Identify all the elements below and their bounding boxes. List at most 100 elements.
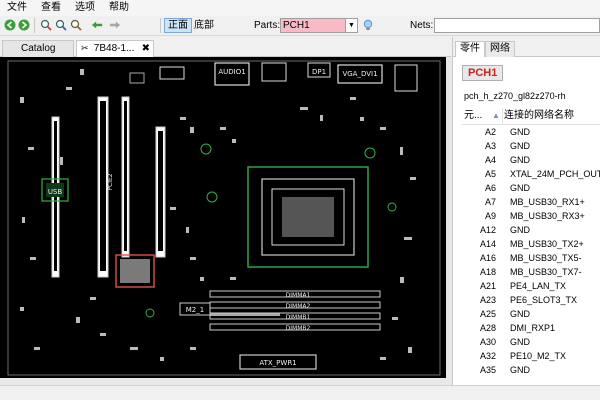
table-row[interactable]: A32 PE10_M2_TX bbox=[462, 349, 600, 363]
table-row[interactable]: A25 GND bbox=[462, 307, 600, 321]
net-cell: PE10_M2_TX bbox=[510, 351, 567, 361]
table-row[interactable]: A9 MB_USB30_RX3+ bbox=[462, 209, 600, 223]
board-label-pcie: PCIE2 bbox=[107, 173, 114, 190]
net-cell: PE4_LAN_TX bbox=[510, 281, 567, 291]
menu-options[interactable]: 选项 bbox=[68, 0, 102, 16]
menu-bar: 文件 查看 选项 帮助 bbox=[0, 0, 600, 16]
net-cell: MB_USB30_TX5- bbox=[510, 253, 582, 263]
selected-part-badge: PCH1 bbox=[462, 65, 504, 81]
table-row[interactable]: A18 MB_USB30_TX7- bbox=[462, 265, 600, 279]
pin-cell: A21 bbox=[479, 281, 496, 291]
net-cell: XTAL_24M_PCH_OUT bbox=[510, 169, 600, 179]
next-icon[interactable] bbox=[109, 19, 121, 31]
part-description: pch_h_z270_gl82z270-rh bbox=[464, 91, 566, 101]
pin-cell: A23 bbox=[479, 295, 496, 305]
pin-cell: A28 bbox=[479, 323, 496, 333]
pin-cell: A30 bbox=[479, 337, 496, 347]
close-icon[interactable]: ✖ bbox=[142, 41, 150, 56]
board-label-dimmb1: DIMMB1 bbox=[286, 314, 311, 321]
net-cell: GND bbox=[510, 127, 530, 137]
table-row[interactable]: A14 MB_USB30_TX2+ bbox=[462, 237, 600, 251]
table-row[interactable]: A21 PE4_LAN_TX bbox=[462, 279, 600, 293]
parts-label: Parts: bbox=[254, 20, 281, 31]
tab-nets[interactable]: 网络 bbox=[485, 41, 515, 57]
net-cell: GND bbox=[510, 309, 530, 319]
toolbar: 正面 底部 Parts: PCH1 ▼ Nets: bbox=[0, 16, 600, 36]
pin-net-table: 元... ▲ 连接的网络名称 A2 GND A3 GND A4 GND A5 XTAL_24M… bbox=[462, 108, 600, 385]
menu-file[interactable]: 文件 bbox=[0, 0, 34, 16]
pin-cell: A32 bbox=[479, 351, 496, 361]
board-label-dimmb2: DIMMB2 bbox=[286, 325, 311, 332]
table-row[interactable]: A3 GND bbox=[462, 139, 600, 153]
board-label-vga-dvi: VGA_DVI1 bbox=[342, 70, 377, 78]
board-label-m2: M2_1 bbox=[186, 306, 204, 314]
net-cell: GND bbox=[510, 183, 530, 193]
table-row[interactable]: A2 GND bbox=[462, 125, 600, 139]
zoom-fit-icon[interactable] bbox=[70, 19, 82, 31]
pin-cell: A18 bbox=[479, 267, 496, 277]
table-row[interactable]: A6 GND bbox=[462, 181, 600, 195]
net-cell: GND bbox=[510, 337, 530, 347]
table-body: A2 GND A3 GND A4 GND A5 XTAL_24M_PCH_OUT A6 GND A7… bbox=[462, 125, 600, 377]
pin-cell: A25 bbox=[479, 309, 496, 319]
pin-cell: A3 bbox=[484, 141, 496, 151]
net-cell: GND bbox=[510, 225, 530, 235]
menu-view[interactable]: 查看 bbox=[34, 0, 68, 16]
pin-cell: A4 bbox=[484, 155, 496, 165]
pcie-slot-gap bbox=[158, 131, 163, 251]
column-header-net[interactable]: 连接的网络名称 bbox=[504, 108, 574, 124]
board-canvas[interactable]: AUDIO1 DP1 VGA_DVI1 USB PCIE2 M2_1 DIMMA… bbox=[0, 57, 446, 378]
document-tabs: Catalog ✂ 7B48-1... ✖ bbox=[0, 37, 451, 57]
forward-arrow-icon[interactable] bbox=[18, 19, 30, 31]
lightbulb-icon[interactable] bbox=[362, 19, 374, 31]
net-cell: MB_USB30_RX3+ bbox=[510, 211, 585, 221]
parts-dropdown-arrow[interactable]: ▼ bbox=[346, 18, 358, 33]
nets-input[interactable] bbox=[434, 18, 600, 33]
table-row[interactable]: A28 DMI_RXP1 bbox=[462, 321, 600, 335]
pin-cell: A5 bbox=[484, 169, 496, 179]
net-cell: MB_USB30_TX7- bbox=[510, 267, 582, 277]
tab-catalog-label: Catalog bbox=[21, 43, 56, 54]
table-header: 元... ▲ 连接的网络名称 bbox=[462, 108, 600, 125]
toolbar-separator bbox=[34, 18, 35, 33]
table-row[interactable]: A7 MB_USB30_RX1+ bbox=[462, 195, 600, 209]
net-cell: DMI_RXP1 bbox=[510, 323, 556, 333]
net-cell: GND bbox=[510, 365, 530, 375]
table-row[interactable]: A16 MB_USB30_TX5- bbox=[462, 251, 600, 265]
view-front-button[interactable]: 正面 bbox=[164, 18, 192, 33]
table-row[interactable]: A35 GND bbox=[462, 363, 600, 377]
board-label-atx: ATX_PWR1 bbox=[259, 359, 296, 367]
tab-board[interactable]: ✂ 7B48-1... ✖ bbox=[76, 40, 154, 57]
toolbar-separator bbox=[160, 18, 161, 33]
tab-catalog[interactable]: Catalog bbox=[2, 40, 74, 57]
pin-cell: A16 bbox=[479, 253, 496, 263]
parts-input[interactable]: PCH1 bbox=[280, 18, 346, 33]
table-row[interactable]: A12 GND bbox=[462, 223, 600, 237]
horizontal-scrollbar[interactable] bbox=[0, 378, 452, 385]
right-panel: 零件 网络 PCH1 pch_h_z270_gl82z270-rh 元... ▲… bbox=[452, 37, 600, 385]
table-row[interactable]: A23 PE6_SLOT3_TX bbox=[462, 293, 600, 307]
board-label-usb: USB bbox=[48, 188, 63, 196]
previous-icon[interactable] bbox=[91, 19, 103, 31]
table-row[interactable]: A30 GND bbox=[462, 335, 600, 349]
column-divider[interactable] bbox=[502, 108, 503, 125]
pch-chip bbox=[120, 259, 150, 283]
pin-cell: A9 bbox=[484, 211, 496, 221]
board-label-dimma1: DIMMA1 bbox=[286, 292, 311, 299]
zoom-out-icon[interactable] bbox=[55, 19, 67, 31]
pin-cell: A35 bbox=[479, 365, 496, 375]
table-row[interactable]: A4 GND bbox=[462, 153, 600, 167]
cpu-pad-area bbox=[282, 197, 334, 237]
view-back-button[interactable]: 底部 bbox=[190, 18, 218, 33]
back-arrow-icon[interactable] bbox=[4, 19, 16, 31]
pcie-slot-gap bbox=[124, 101, 127, 251]
status-bar bbox=[0, 385, 600, 400]
tab-parts[interactable]: 零件 bbox=[455, 41, 485, 57]
board-drawing: AUDIO1 DP1 VGA_DVI1 USB PCIE2 M2_1 DIMMA… bbox=[0, 57, 446, 378]
table-row[interactable]: A5 XTAL_24M_PCH_OUT bbox=[462, 167, 600, 181]
board-label-dp: DP1 bbox=[312, 68, 326, 76]
zoom-in-icon[interactable] bbox=[40, 19, 52, 31]
menu-help[interactable]: 帮助 bbox=[102, 0, 136, 16]
board-label-dimma2: DIMMA2 bbox=[286, 303, 311, 310]
column-header-pin[interactable]: 元... bbox=[464, 108, 482, 124]
